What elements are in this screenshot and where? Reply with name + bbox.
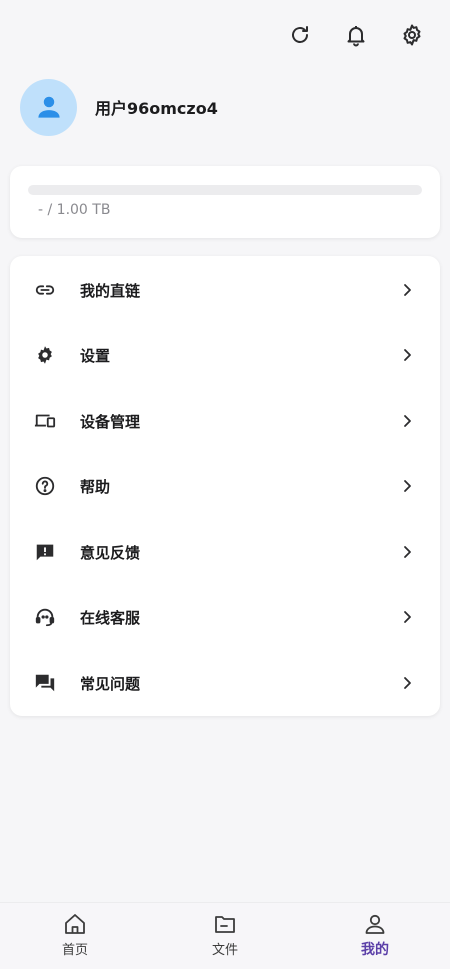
menu-item-help[interactable]: 帮助: [10, 454, 440, 518]
devices-icon: [33, 409, 57, 433]
menu-item-label: 常见问题: [80, 674, 141, 693]
menu-item-label: 意见反馈: [80, 543, 141, 562]
avatar[interactable]: [20, 78, 77, 136]
feedback-icon: [33, 540, 57, 564]
gear-icon[interactable]: [399, 22, 425, 48]
chevron-right-icon: [400, 414, 414, 428]
support-agent-icon: [33, 605, 57, 629]
chevron-right-icon: [400, 676, 414, 690]
chevron-right-icon: [400, 545, 414, 559]
chevron-right-icon: [400, 283, 414, 297]
storage-progress-bar: [28, 185, 422, 195]
nav-item-label: 首页: [61, 943, 88, 958]
menu-item-feedback[interactable]: 意见反馈: [10, 520, 440, 584]
menu-item-label: 设置: [80, 346, 111, 365]
help-icon: [33, 474, 57, 498]
nav-item-label: 文件: [211, 943, 238, 958]
top-bar: [0, 0, 450, 70]
profile-header[interactable]: 用户96omczo4: [20, 78, 218, 136]
nav-item-files[interactable]: 文件: [185, 912, 265, 962]
nav-item-label: 我的: [361, 942, 389, 958]
bottom-navigation: 首页 文件 我的: [0, 902, 450, 969]
menu-item-online-support[interactable]: 在线客服: [10, 585, 440, 649]
menu-item-label: 在线客服: [80, 608, 141, 627]
menu-item-device-management[interactable]: 设备管理: [10, 389, 440, 453]
menu-item-settings[interactable]: 设置: [10, 323, 440, 387]
chevron-right-icon: [400, 348, 414, 362]
link-icon: [33, 278, 57, 302]
chevron-right-icon: [400, 479, 414, 493]
bell-icon[interactable]: [343, 22, 369, 48]
menu-item-faq[interactable]: 常见问题: [10, 651, 440, 715]
storage-usage-text: - / 1.00 TB: [38, 202, 111, 218]
gear-icon: [33, 343, 57, 367]
storage-card[interactable]: - / 1.00 TB: [10, 166, 440, 238]
nav-item-me[interactable]: 我的: [335, 912, 415, 962]
home-icon: [65, 914, 85, 934]
refresh-icon[interactable]: [287, 22, 313, 48]
menu-item-label: 我的直链: [80, 281, 141, 300]
forum-icon: [33, 671, 57, 695]
menu-item-label: 设备管理: [80, 412, 141, 431]
person-icon: [365, 914, 385, 934]
user-icon: [37, 96, 60, 118]
folder-icon: [215, 916, 235, 933]
menu-item-label: 帮助: [80, 477, 111, 496]
menu-item-direct-links[interactable]: 我的直链: [10, 258, 440, 322]
username: 用户96omczo4: [95, 99, 218, 118]
menu-list: 我的直链 设置 设备管理 帮助 意见反馈 在线客服 常见问题: [10, 256, 440, 716]
nav-item-home[interactable]: 首页: [35, 912, 115, 962]
chevron-right-icon: [400, 610, 414, 624]
